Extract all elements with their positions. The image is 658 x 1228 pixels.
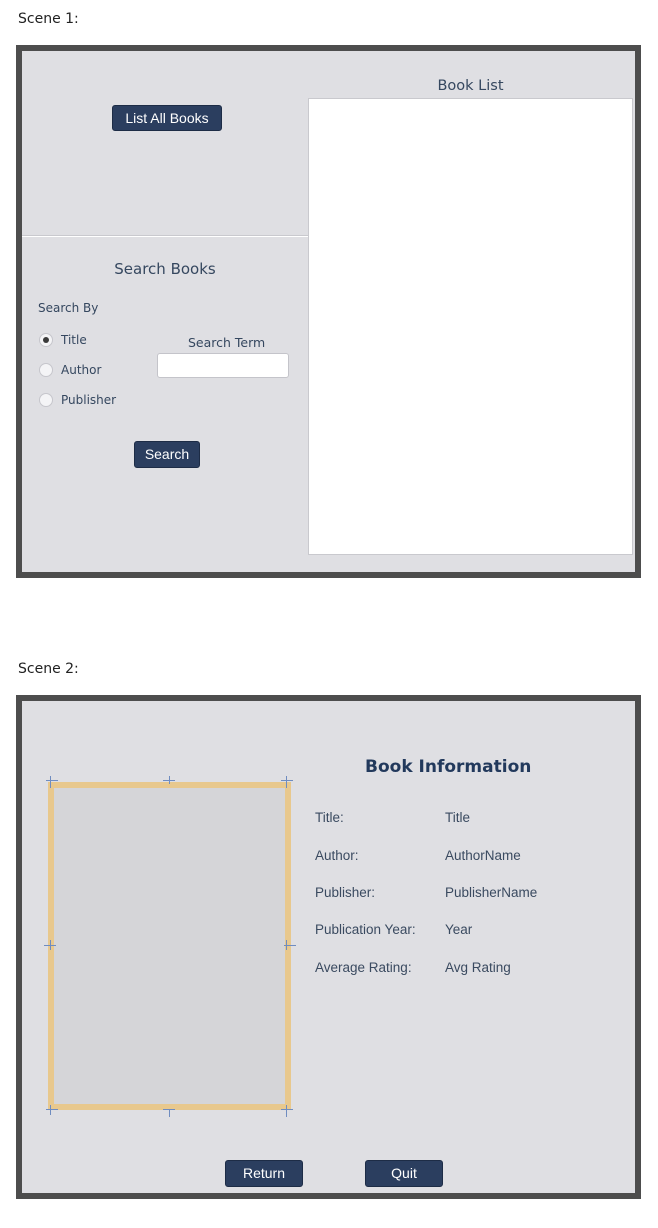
resize-handle-icon [169,776,170,784]
radio-title-label: Title [61,333,87,347]
book-list-title: Book List [437,78,504,94]
return-button[interactable]: Return [225,1160,303,1187]
radio-publisher-label: Publisher [61,393,117,407]
radio-title-button[interactable] [39,333,53,347]
search-books-title: Search Books [114,260,216,278]
resize-handle-icon [169,1109,170,1117]
search-pane: Search Books Search By Title Author Publ… [22,237,308,572]
book-cover-image [48,782,291,1110]
scene2-window: Book Information Title: Title Author: Au… [16,695,641,1199]
search-button[interactable]: Search [134,441,200,468]
field-label-author: Author: [315,848,359,863]
resize-handle-icon [46,780,58,781]
resize-handle-icon [50,776,51,788]
list-pane: List All Books [22,51,308,235]
field-label-average-rating: Average Rating: [315,960,412,975]
search-term-label: Search Term [188,335,266,350]
field-label-publication-year: Publication Year: [315,922,416,937]
field-value-publication-year: Year [445,922,473,937]
field-label-publisher: Publisher: [315,885,376,900]
book-list-box[interactable] [308,98,633,555]
field-value-publisher: PublisherName [445,885,538,900]
resize-handle-icon [281,780,293,781]
field-value-author: AuthorName [445,848,521,863]
radio-author-button[interactable] [39,363,53,377]
radio-publisher-button[interactable] [39,393,53,407]
resize-handle-icon [286,1105,287,1117]
resize-handle-icon [50,1105,51,1115]
resize-handle-icon [286,940,287,950]
scene1-window: List All Books Search Books Search By Ti… [16,45,641,578]
quit-button[interactable]: Quit [365,1160,443,1187]
search-by-label: Search By [38,301,99,315]
resize-handle-icon [46,1109,58,1110]
resize-handle-icon [286,776,287,788]
radio-publisher[interactable]: Publisher [39,390,116,410]
radio-title[interactable]: Title [39,330,87,350]
radio-author[interactable]: Author [39,360,101,380]
resize-handle-icon [281,1109,293,1110]
field-label-title: Title: [315,810,344,825]
radio-selected-dot [43,337,49,343]
list-all-books-button[interactable]: List All Books [112,105,222,131]
radio-author-label: Author [61,363,102,377]
field-value-title: Title [445,810,471,825]
search-term-input[interactable] [157,353,289,378]
book-information-title: Book Information [365,757,532,777]
scene2-caption: Scene 2: [18,661,79,677]
scene1-caption: Scene 1: [18,11,79,27]
resize-handle-icon [50,940,51,950]
field-value-average-rating: Avg Rating [445,960,511,975]
